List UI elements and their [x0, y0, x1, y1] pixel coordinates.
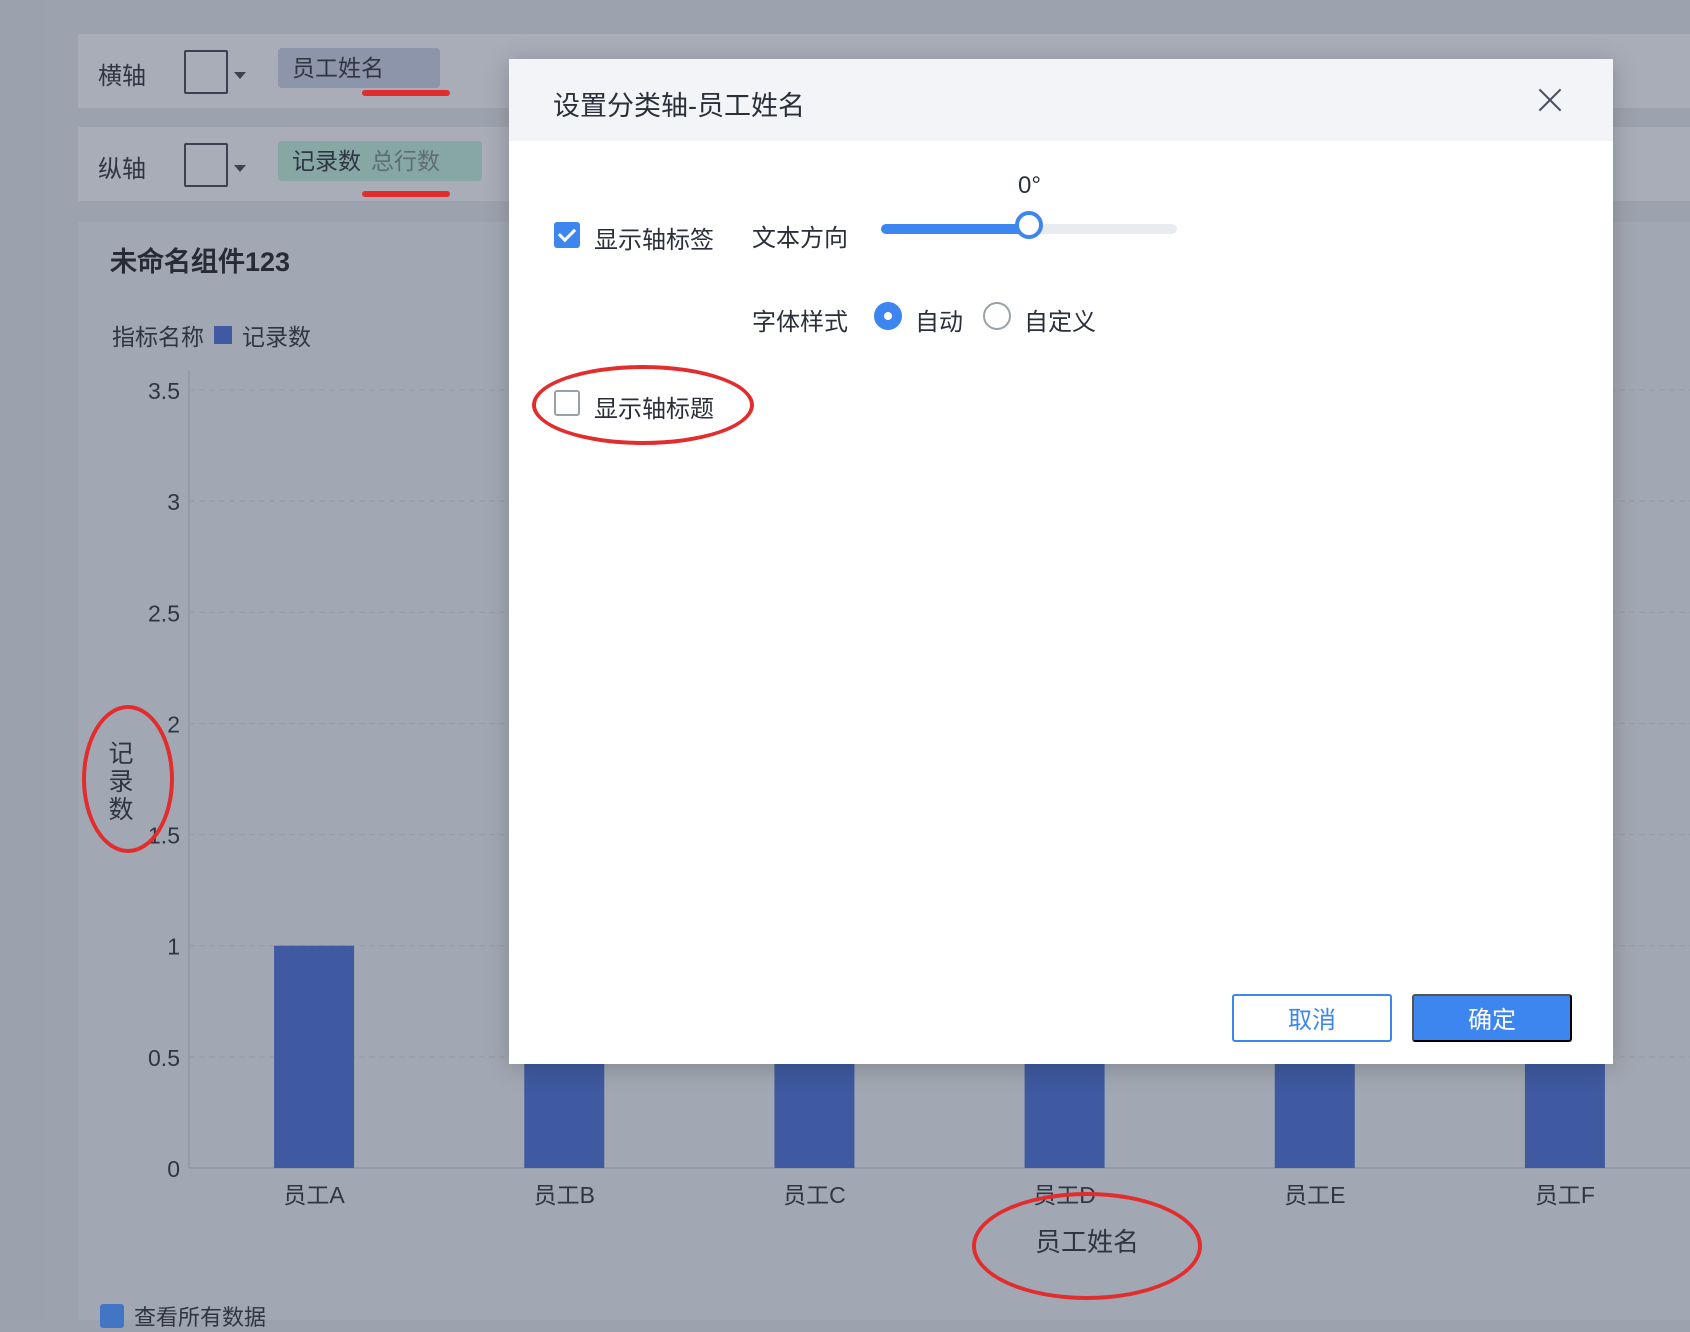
y-tick-label: 2 — [167, 711, 180, 737]
y-tick-label: 0.5 — [148, 1045, 180, 1071]
annotation-circle-x-title — [972, 1192, 1202, 1300]
y-tick-label: 2.5 — [148, 600, 180, 626]
annotation-circle-axis-title — [532, 365, 754, 445]
axis-settings-dialog: 设置分类轴-员工姓名 显示轴标签 文本方向 0° 字体样式 自动 自定义 显示轴… — [509, 59, 1613, 1064]
y-tick-label: 3.5 — [148, 378, 180, 404]
slider-value: 0° — [1018, 172, 1041, 199]
y-tick-label: 1 — [167, 934, 180, 960]
font-auto-label: 自动 — [915, 309, 963, 336]
font-auto-radio[interactable] — [874, 302, 902, 330]
slider-fill — [881, 224, 1029, 234]
x-tick-label: 员工E — [1284, 1182, 1345, 1208]
dialog-header: 设置分类轴-员工姓名 — [509, 59, 1613, 141]
confirm-button[interactable]: 确定 — [1412, 994, 1572, 1042]
font-custom-label: 自定义 — [1024, 309, 1096, 336]
text-direction-label: 文本方向 — [752, 225, 848, 252]
font-custom-radio[interactable] — [983, 302, 1011, 330]
view-all-data-label: 查看所有数据 — [134, 1305, 267, 1330]
bar — [274, 945, 355, 1168]
y-tick-label: 3 — [167, 489, 180, 515]
x-tick-label: 员工B — [534, 1182, 595, 1208]
checkbox-icon[interactable] — [100, 1304, 124, 1328]
x-tick-label: 员工A — [283, 1182, 345, 1208]
view-all-data-checkbox[interactable]: 查看所有数据 — [100, 1300, 266, 1332]
annotation-circle-y-title — [82, 705, 174, 853]
x-tick-label: 员工C — [783, 1182, 846, 1208]
x-tick-label: 员工F — [1535, 1182, 1595, 1208]
slider-handle[interactable] — [1015, 211, 1043, 239]
show-axis-label-checkbox[interactable] — [554, 222, 580, 248]
close-icon[interactable] — [1533, 83, 1567, 117]
show-axis-label-text: 显示轴标签 — [594, 227, 714, 254]
y-tick-label: 0 — [167, 1156, 180, 1182]
dialog-title: 设置分类轴-员工姓名 — [553, 91, 805, 121]
font-style-label: 字体样式 — [752, 309, 848, 336]
cancel-button[interactable]: 取消 — [1232, 994, 1392, 1042]
